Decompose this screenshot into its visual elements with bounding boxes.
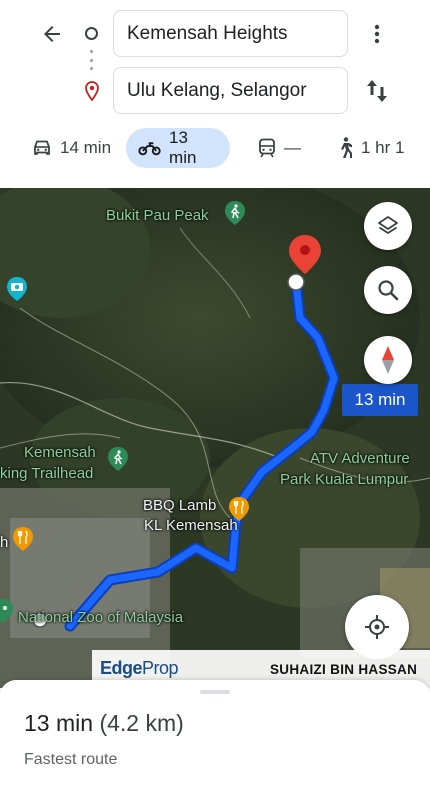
search-along-route-button[interactable]	[364, 266, 412, 314]
label-atv-park[interactable]: Park Kuala Lumpur	[280, 471, 408, 488]
label-kl-kemensah[interactable]: KL Kemensah	[144, 517, 238, 534]
route-time-chip[interactable]: 13 min	[342, 384, 418, 416]
swap-button[interactable]	[362, 75, 392, 107]
walking-icon	[341, 137, 352, 158]
route-summary-sheet[interactable]: 13 min (4.2 km) Fastest route	[0, 680, 430, 789]
layers-button[interactable]	[364, 202, 412, 250]
mode-motorcycle-time: 13 min	[169, 128, 197, 167]
zoo-poi-icon[interactable]	[0, 598, 14, 624]
route-duration: 13 min	[24, 710, 94, 736]
swap-vert-icon	[367, 80, 387, 102]
label-bukit-pau-peak[interactable]: Bukit Pau Peak	[106, 207, 209, 224]
destination-input[interactable]: Ulu Kelang, Selangor	[113, 67, 348, 114]
route-dots-icon	[90, 50, 93, 70]
compass-button[interactable]	[364, 336, 412, 384]
car-icon	[34, 140, 50, 155]
label-bbq-lamb[interactable]: BBQ Lamb	[143, 497, 216, 514]
train-icon	[259, 138, 275, 158]
hiking-poi-icon[interactable]	[224, 200, 246, 226]
travel-mode-bar: 14 min 13 min — 1 hr 1	[0, 128, 430, 170]
route-distance: (4.2 km)	[99, 710, 184, 736]
arrow-left-icon	[44, 26, 60, 42]
hiking-trailhead-poi-icon[interactable]	[107, 446, 129, 472]
destination-pin-icon	[85, 81, 99, 101]
mode-walking-time: 1 hr 1	[361, 138, 405, 157]
label-atv-adventure[interactable]: ATV Adventure	[310, 450, 410, 467]
maps-app: Kemensah Heights Ulu Kelang, Selangor 14…	[0, 0, 430, 789]
agent-name: SUHAIZI BIN HASSAN	[270, 662, 418, 677]
mode-transit[interactable]: —	[254, 128, 305, 168]
more-vert-icon	[374, 24, 380, 44]
restaurant-poi-icon-2[interactable]	[12, 526, 34, 552]
label-hiking-trailhead[interactable]: king Trailhead	[0, 465, 93, 482]
mode-motorcycle[interactable]: 13 min	[126, 128, 230, 168]
back-button[interactable]	[36, 18, 68, 50]
edgeprop-logo: EdgeProp	[100, 658, 179, 678]
label-edge-h[interactable]: h	[0, 534, 8, 551]
compass-icon	[382, 346, 394, 374]
map-view[interactable]: Bukit Pau Peak Kemensah king Trailhead A…	[0, 188, 430, 688]
layers-icon	[378, 216, 398, 234]
more-options-button[interactable]	[365, 18, 389, 50]
mode-walking[interactable]: 1 hr 1	[333, 128, 408, 168]
my-location-icon	[365, 615, 389, 639]
label-kemensah[interactable]: Kemensah	[24, 444, 96, 461]
camera-poi-icon[interactable]	[6, 276, 28, 302]
route-subtitle: Fastest route	[24, 751, 118, 768]
drag-handle[interactable]	[200, 690, 230, 694]
route-summary: 13 min (4.2 km)	[24, 710, 184, 737]
mode-transit-time: —	[284, 138, 301, 157]
directions-header: Kemensah Heights Ulu Kelang, Selangor 14…	[0, 0, 430, 188]
origin-circle-icon	[85, 27, 98, 40]
mode-driving[interactable]: 14 min	[28, 128, 115, 168]
search-icon	[378, 280, 399, 301]
origin-input[interactable]: Kemensah Heights	[113, 10, 348, 57]
motorcycle-icon	[138, 142, 161, 156]
mode-driving-time: 14 min	[60, 138, 112, 157]
label-national-zoo[interactable]: National Zoo of Malaysia	[18, 609, 183, 626]
